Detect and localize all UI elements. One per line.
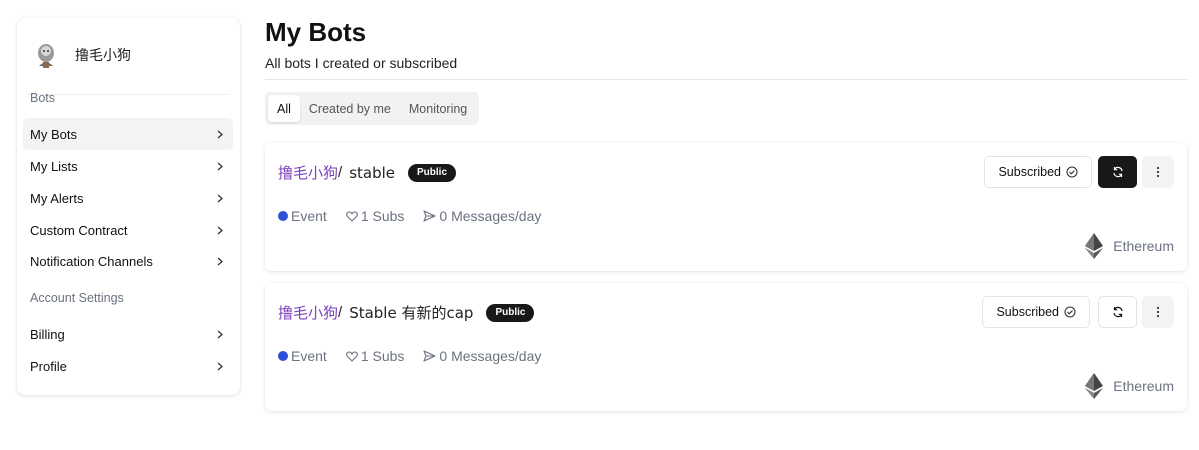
- heart-icon: [345, 350, 358, 362]
- bot-subs: 1 Subs: [345, 348, 405, 364]
- check-circle-icon: [1064, 306, 1076, 318]
- sidebar-item-my-bots[interactable]: My Bots: [23, 118, 233, 150]
- user-profile[interactable]: 撸毛小狗: [31, 40, 131, 70]
- bot-name[interactable]: stable: [349, 164, 395, 182]
- bot-messages-label: 0 Messages/day: [439, 208, 542, 224]
- heart-icon: [345, 210, 358, 222]
- bot-type-label: Event: [291, 208, 327, 224]
- bot-chain: Ethereum: [1085, 233, 1174, 259]
- bot-title: 撸毛小狗 / Stable 有新的cap Public: [278, 302, 535, 323]
- chevron-right-icon: [215, 256, 225, 266]
- bot-type-label: Event: [291, 348, 327, 364]
- sidebar-item-label: My Alerts: [30, 190, 84, 206]
- bot-subs-label: 1 Subs: [360, 208, 405, 224]
- bot-chain: Ethereum: [1085, 373, 1174, 399]
- event-dot-icon: [278, 211, 288, 221]
- sidebar-item-billing[interactable]: Billing: [23, 318, 233, 350]
- header-divider: [265, 79, 1187, 80]
- bot-owner-link[interactable]: 撸毛小狗: [278, 302, 338, 323]
- bot-meta: Event 1 Subs 0 Messages/day: [278, 208, 560, 224]
- tab-all[interactable]: All: [268, 95, 300, 122]
- bot-title-separator: /: [338, 304, 343, 321]
- page-subtitle: All bots I created or subscribed: [265, 55, 458, 71]
- tab-monitoring[interactable]: Monitoring: [400, 95, 476, 122]
- bot-type: Event: [278, 208, 327, 224]
- more-options-button[interactable]: [1142, 156, 1174, 188]
- user-name: 撸毛小狗: [75, 48, 131, 64]
- section-label-bots: Bots: [30, 91, 56, 105]
- bot-messages: 0 Messages/day: [423, 208, 541, 224]
- subscribed-label: Subscribed: [998, 165, 1061, 179]
- bot-card[interactable]: 撸毛小狗 / stable Public Event 1 Subs 0 Mess…: [265, 143, 1187, 271]
- sidebar: 撸毛小狗 Bots My Bots My Lists My Alerts Cus…: [17, 18, 240, 395]
- sync-button[interactable]: [1098, 156, 1137, 188]
- sidebar-item-my-alerts[interactable]: My Alerts: [23, 182, 233, 214]
- bot-title-separator: /: [338, 164, 343, 181]
- bot-name[interactable]: Stable 有新的cap: [349, 302, 473, 323]
- chevron-right-icon: [215, 161, 225, 171]
- send-icon: [423, 210, 436, 222]
- sidebar-item-label: Profile: [30, 358, 67, 374]
- bot-title: 撸毛小狗 / stable Public: [278, 162, 457, 183]
- sidebar-item-label: My Bots: [30, 126, 77, 142]
- chain-label: Ethereum: [1113, 238, 1174, 254]
- chevron-right-icon: [215, 225, 225, 235]
- subscribed-label: Subscribed: [996, 305, 1059, 319]
- send-icon: [423, 350, 436, 362]
- chain-label: Ethereum: [1113, 378, 1174, 394]
- sidebar-item-label: Notification Channels: [30, 253, 153, 269]
- bot-owner-link[interactable]: 撸毛小狗: [278, 162, 338, 183]
- page-title: My Bots: [265, 17, 367, 47]
- bot-card[interactable]: 撸毛小狗 / Stable 有新的cap Public Event 1 Subs…: [265, 283, 1187, 411]
- visibility-badge: Public: [486, 303, 535, 322]
- section-label-account-settings: Account Settings: [30, 291, 124, 305]
- subscribed-button[interactable]: Subscribed: [982, 296, 1090, 328]
- more-vertical-icon: [1156, 166, 1160, 178]
- check-circle-icon: [1066, 166, 1078, 178]
- tab-created-by-me[interactable]: Created by me: [300, 95, 400, 122]
- sidebar-item-my-lists[interactable]: My Lists: [23, 150, 233, 182]
- sidebar-item-label: Billing: [30, 326, 65, 342]
- sidebar-item-notification-channels[interactable]: Notification Channels: [23, 245, 233, 277]
- sidebar-item-custom-contract[interactable]: Custom Contract: [23, 214, 233, 246]
- sidebar-item-label: Custom Contract: [30, 222, 128, 238]
- sync-button[interactable]: [1098, 296, 1137, 328]
- refresh-icon: [1112, 166, 1123, 178]
- ethereum-icon: [1085, 233, 1104, 259]
- subscribed-button[interactable]: Subscribed: [984, 156, 1092, 188]
- chevron-right-icon: [215, 329, 225, 339]
- more-options-button[interactable]: [1142, 296, 1174, 328]
- bot-subs-label: 1 Subs: [360, 348, 405, 364]
- bot-subs: 1 Subs: [345, 208, 405, 224]
- event-dot-icon: [278, 351, 288, 361]
- avatar: [31, 40, 61, 70]
- chevron-right-icon: [215, 129, 225, 139]
- bot-messages-label: 0 Messages/day: [439, 348, 542, 364]
- sidebar-divider: [27, 94, 230, 95]
- refresh-icon: [1112, 306, 1123, 318]
- ethereum-icon: [1085, 373, 1104, 399]
- sidebar-item-label: My Lists: [30, 158, 78, 174]
- bot-meta: Event 1 Subs 0 Messages/day: [278, 348, 560, 364]
- bot-type: Event: [278, 348, 327, 364]
- chevron-right-icon: [215, 193, 225, 203]
- filter-tabs: All Created by me Monitoring: [265, 92, 480, 125]
- bot-messages: 0 Messages/day: [423, 348, 541, 364]
- visibility-badge: Public: [408, 163, 457, 182]
- sidebar-item-profile[interactable]: Profile: [23, 350, 233, 382]
- more-vertical-icon: [1156, 306, 1160, 318]
- chevron-right-icon: [215, 361, 225, 371]
